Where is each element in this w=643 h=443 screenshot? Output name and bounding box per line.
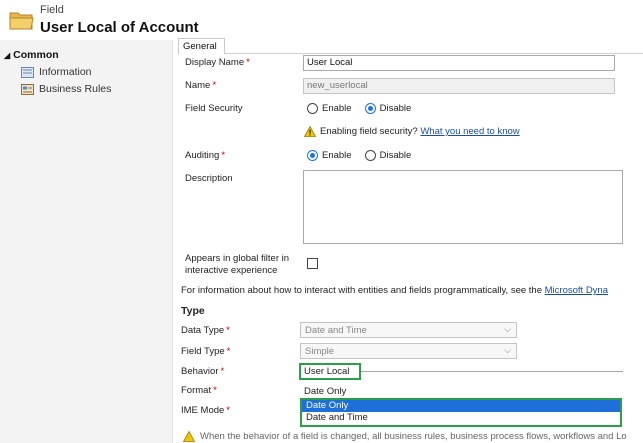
radio-label: Disable (379, 150, 412, 161)
tab-underline (225, 53, 643, 54)
global-filter-label-line2: interactive experience (185, 265, 278, 276)
nav-item-information[interactable]: Information (21, 66, 92, 78)
folder-icon (9, 12, 34, 30)
nav-group-label: Common (13, 49, 59, 61)
display-name-label: Display Name * (185, 57, 250, 68)
nav-item-business-rules[interactable]: Business Rules (21, 83, 111, 95)
name-input: new_userlocal (303, 78, 615, 94)
microsoft-dynamics-link[interactable]: Microsoft Dyna (545, 285, 608, 296)
field-security-label: Field Security (185, 103, 243, 114)
field-type-label: Field Type * (181, 346, 231, 357)
auditing-radio-group: Enable Disable (307, 150, 411, 161)
format-current-value[interactable]: Date Only (304, 386, 346, 397)
field-security-warning: Enabling field security? What you need t… (304, 126, 520, 137)
format-dropdown-list: Date Only Date and Time (300, 398, 622, 427)
nav-divider (172, 40, 173, 443)
format-option-date-only[interactable]: Date Only (302, 400, 620, 412)
radio-label: Enable (322, 103, 352, 114)
business-rules-icon (21, 83, 34, 95)
name-label: Name * (185, 80, 217, 91)
format-option-date-and-time[interactable]: Date and Time (302, 412, 620, 424)
chevron-down-icon: ⌵ (504, 324, 511, 334)
collapse-triangle-icon: ◢ (4, 51, 11, 60)
required-marker: * (226, 325, 230, 336)
information-icon (21, 66, 34, 78)
type-section-title: Type (181, 305, 205, 317)
warning-icon (304, 126, 316, 137)
behavior-field[interactable]: User Local (299, 363, 361, 380)
required-marker: * (246, 57, 250, 68)
info-text: For information about how to interact wi… (181, 285, 608, 296)
required-marker: * (226, 346, 231, 357)
required-marker: * (213, 385, 217, 396)
required-marker: * (226, 405, 230, 416)
behavior-underline (361, 371, 623, 372)
description-label: Description (185, 173, 233, 184)
auditing-enable-radio[interactable] (307, 150, 318, 161)
required-marker: * (212, 80, 217, 91)
warning-icon (183, 431, 195, 442)
data-type-select: Date and Time ⌵ (300, 322, 517, 338)
required-marker: * (220, 366, 225, 377)
behavior-label: Behavior * (181, 366, 225, 377)
required-marker: * (221, 150, 226, 161)
data-type-label: Data Type * (181, 325, 230, 336)
field-security-enable-radio[interactable] (307, 103, 318, 114)
left-nav: ◢ Common Information Business Rules (0, 40, 172, 443)
auditing-label: Auditing * (185, 150, 226, 161)
what-you-need-to-know-link[interactable]: What you need to know (420, 126, 519, 137)
tab-general[interactable]: General (178, 38, 225, 54)
field-security-radio-group: Enable Disable (307, 103, 411, 114)
ime-mode-label: IME Mode * (181, 405, 230, 416)
auditing-disable-radio[interactable] (364, 150, 376, 161)
header-subtitle: Field (40, 4, 64, 16)
nav-item-label: Information (39, 66, 92, 78)
format-label: Format * (181, 385, 217, 396)
nav-item-label: Business Rules (39, 83, 112, 95)
global-filter-checkbox[interactable] (307, 258, 318, 269)
field-type-select: Simple ⌵ (300, 343, 517, 359)
field-security-disable-radio[interactable] (364, 103, 376, 114)
radio-label: Enable (322, 150, 352, 161)
nav-group-common[interactable]: ◢ Common (4, 49, 59, 61)
global-filter-label-line1: Appears in global filter in (185, 253, 290, 264)
radio-label: Disable (379, 103, 412, 114)
chevron-down-icon: ⌵ (504, 345, 511, 355)
display-name-input[interactable]: User Local (303, 55, 615, 71)
behavior-change-note: When the behavior of a field is changed,… (200, 431, 627, 442)
description-textarea[interactable] (303, 170, 623, 244)
page-title: User Local of Account (40, 19, 199, 36)
warning-text: Enabling field security? (320, 126, 418, 137)
